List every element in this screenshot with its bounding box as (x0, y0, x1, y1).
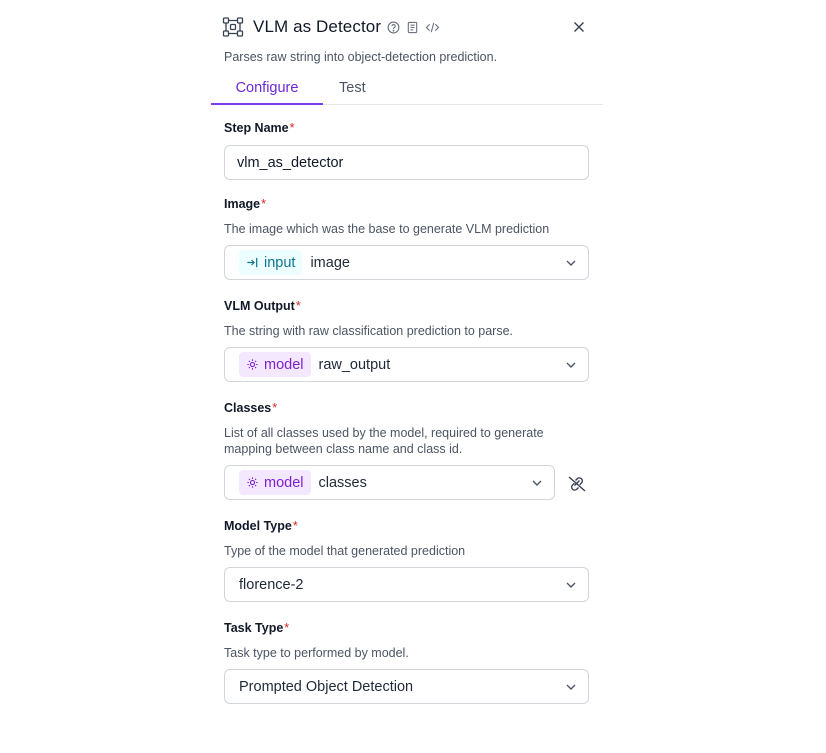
input-chip: input (239, 250, 303, 275)
workflow-nodes-icon (222, 16, 244, 38)
required-mark: * (289, 121, 295, 135)
task-type-select[interactable]: Prompted Object Detection (224, 669, 589, 704)
vlm-output-help-text: The string with raw classification predi… (224, 324, 514, 338)
block-config-panel: VLM as Detector Parses raw string into o… (0, 0, 826, 753)
step-name-input[interactable]: vlm_as_detector (224, 145, 589, 180)
tab-test[interactable]: Test (339, 78, 366, 103)
panel-header: VLM as Detector (222, 14, 592, 40)
image-help-text: The image which was the base to generate… (224, 222, 550, 236)
model-type-select[interactable]: florence-2 (224, 567, 589, 602)
model-gear-icon (246, 476, 259, 489)
task-type-label: Task Type* (224, 621, 290, 635)
chevron-down-icon (565, 359, 577, 371)
help-circle-icon[interactable] (387, 21, 400, 34)
vlm-output-value: raw_output (318, 356, 391, 373)
close-icon[interactable] (569, 17, 589, 37)
vlm-output-label: VLM Output* (224, 299, 301, 313)
required-mark: * (284, 621, 290, 635)
required-mark: * (292, 519, 298, 533)
vlm-output-selector[interactable]: model raw_output (224, 347, 589, 382)
classes-value: classes (318, 474, 367, 491)
chevron-down-icon (531, 477, 543, 489)
classes-help-text: List of all classes used by the model, r… (224, 426, 544, 456)
image-label: Image* (224, 197, 267, 211)
model-chip: model (239, 470, 311, 495)
required-mark: * (272, 401, 278, 415)
model-type-label: Model Type* (224, 519, 298, 533)
arrow-right-to-bracket-icon (246, 256, 259, 269)
task-type-help-text: Task type to performed by model. (224, 646, 409, 660)
block-description: Parses raw string into object-detection … (224, 50, 498, 64)
code-icon[interactable] (425, 21, 440, 34)
panel-title: VLM as Detector (253, 17, 382, 36)
classes-selector[interactable]: model classes (224, 465, 555, 500)
chevron-down-icon (565, 579, 577, 591)
tab-bar: Configure Test (211, 78, 603, 105)
task-type-value: Prompted Object Detection (239, 678, 414, 695)
chevron-down-icon (565, 257, 577, 269)
step-name-label: Step Name* (224, 121, 295, 135)
unlink-icon[interactable] (566, 474, 588, 494)
required-mark: * (295, 299, 301, 313)
image-selector[interactable]: input image (224, 245, 589, 280)
model-gear-icon (246, 358, 259, 371)
required-mark: * (261, 197, 267, 211)
model-type-value: florence-2 (239, 576, 304, 593)
model-type-help-text: Type of the model that generated predict… (224, 544, 466, 558)
classes-label: Classes* (224, 401, 278, 415)
model-chip: model (239, 352, 311, 377)
chevron-down-icon (565, 681, 577, 693)
tab-configure[interactable]: Configure (211, 78, 323, 105)
image-value: image (310, 254, 350, 271)
docs-icon[interactable] (406, 21, 419, 34)
